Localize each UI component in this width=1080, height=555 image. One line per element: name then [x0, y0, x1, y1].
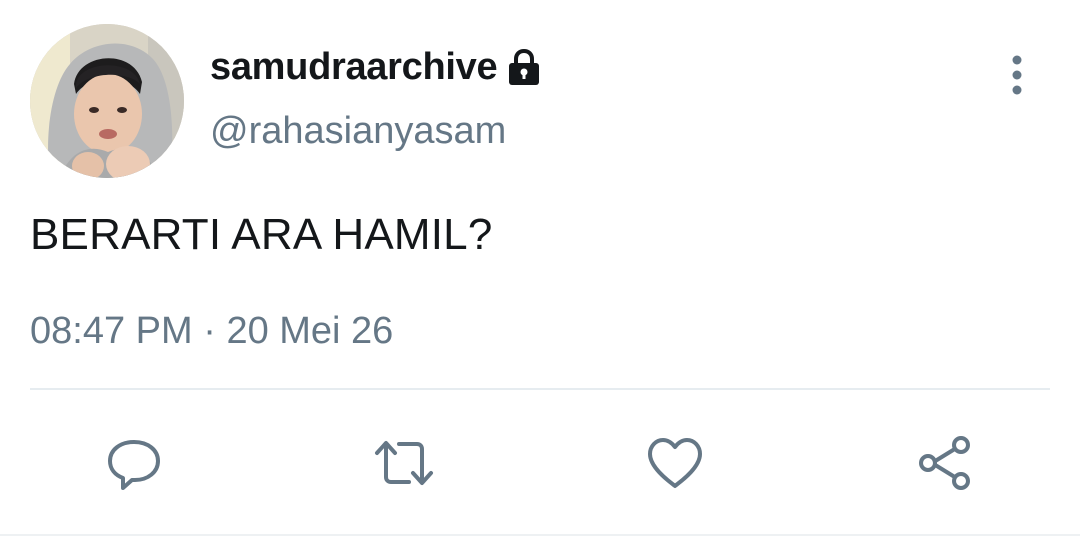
speech-bubble-icon: [108, 440, 160, 490]
heart-icon: [648, 438, 702, 488]
like-button[interactable]: [642, 430, 708, 496]
tweet-timestamp[interactable]: 08:47 PM · 20 Mei 26: [30, 310, 393, 353]
timestamp-separator: ·: [192, 310, 227, 352]
tweet-date: 20 Mei 26: [226, 310, 394, 352]
display-name[interactable]: samudraarchive: [210, 46, 498, 89]
bottom-divider: [0, 534, 1080, 536]
avatar[interactable]: [30, 24, 184, 178]
reply-button[interactable]: [101, 430, 167, 496]
lock-icon: [507, 48, 541, 86]
divider: [30, 388, 1050, 390]
user-handle[interactable]: @rahasianyasam: [210, 110, 506, 153]
tweet-text: BERARTI ARA HAMIL?: [30, 210, 493, 259]
tweet-card: samudraarchive @rahasianyasam BERARTI AR…: [0, 0, 1080, 555]
more-options-icon[interactable]: [1000, 52, 1034, 98]
avatar-photo: [30, 24, 184, 178]
share-nodes-icon: [919, 436, 970, 490]
share-button[interactable]: [912, 430, 978, 496]
retweet-arrows-icon: [375, 441, 433, 485]
retweet-button[interactable]: [371, 430, 437, 496]
display-name-row: samudraarchive: [210, 40, 541, 94]
tweet-time: 08:47 PM: [30, 310, 193, 352]
